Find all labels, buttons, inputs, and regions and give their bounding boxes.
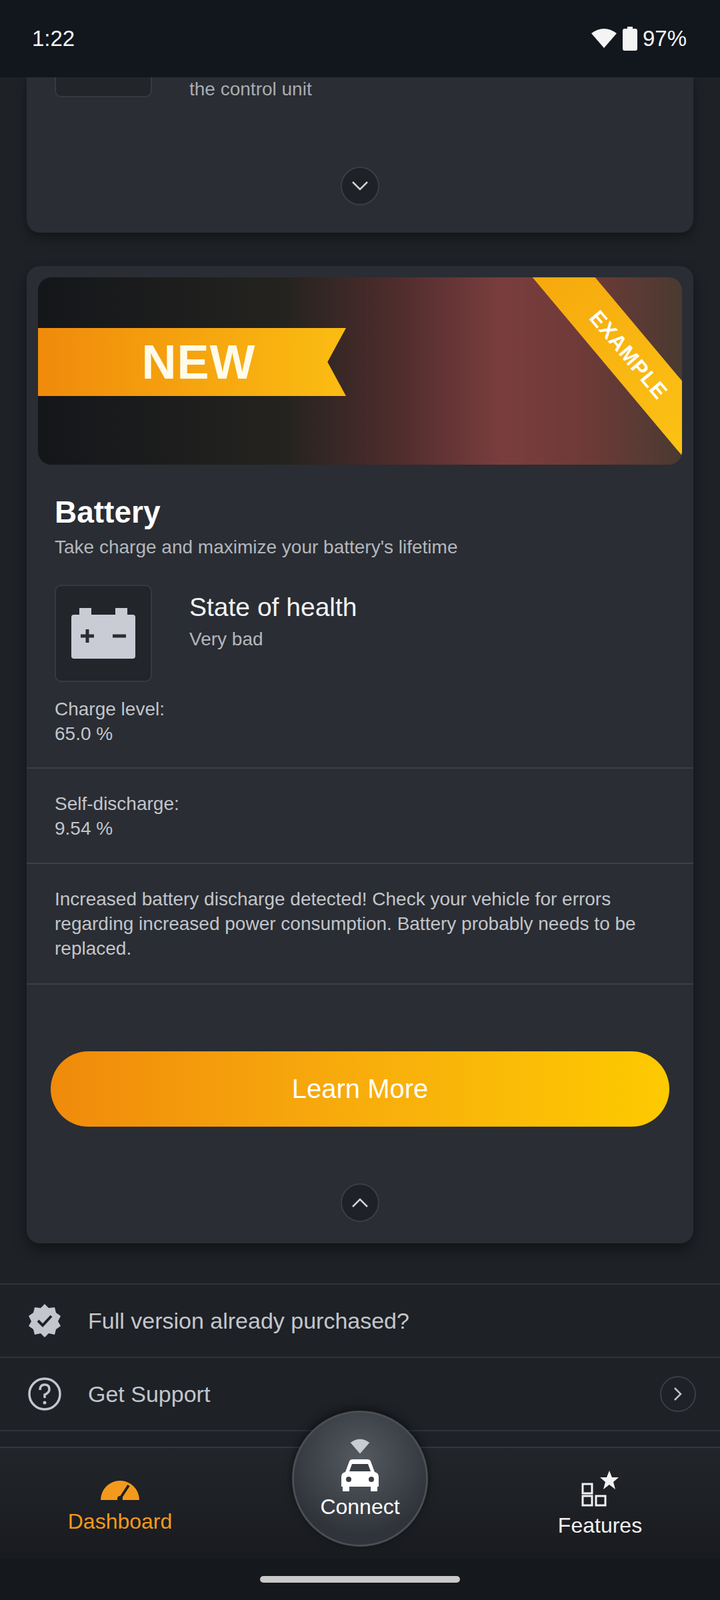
dashboard-scroll[interactable]: the control unit NEW EXAMPLE Battery Take ch… [0, 77, 720, 1447]
status-time: 1:22 [32, 26, 75, 52]
nav-label: Connect [320, 1494, 400, 1520]
charge-level-value: 65.0 % [54, 721, 666, 746]
warning-text: Increased battery discharge detected! Ch… [26, 864, 694, 985]
previous-icon-box [54, 77, 152, 98]
arrow-right-icon [673, 1386, 683, 1402]
link-label: Get Support [88, 1381, 635, 1408]
battery-icon [622, 26, 638, 51]
example-corner: EXAMPLE [515, 277, 682, 458]
app-screen: 1:2297%the control unitNEWEXAMPLEBattery… [0, 0, 720, 1600]
battery-icon-box [54, 584, 152, 682]
nav-item[interactable]: Features [480, 1448, 720, 1559]
self-discharge-label: Self-discharge: [54, 791, 666, 816]
chevron-up-icon [351, 1197, 369, 1208]
bottom-nav: Dashboard Connect Features [0, 1446, 720, 1559]
health-text: State of health Very bad [189, 584, 358, 682]
status-icons: 97% [590, 26, 687, 52]
features-grid-star-icon [580, 1469, 620, 1507]
collapse-button[interactable] [340, 1183, 380, 1222]
nav-label: Dashboard [68, 1509, 173, 1534]
connect-button[interactable]: Connect [292, 1410, 428, 1547]
link-row[interactable]: Full version already purchased? [0, 1284, 720, 1358]
example-ribbon: EXAMPLE [528, 277, 682, 458]
link-label: Full version already purchased? [88, 1308, 696, 1334]
battery-percent: 97% [642, 26, 687, 52]
expand-button[interactable] [340, 166, 380, 206]
card-subtitle: Take charge and maximize your battery's … [54, 536, 666, 558]
button-area: Learn More [26, 984, 694, 1127]
link-arrow [660, 1376, 696, 1412]
dashboard-gauge-icon [99, 1473, 141, 1503]
car-battery-icon [70, 606, 137, 660]
connect-wifi-icon [350, 1438, 370, 1455]
self-discharge: Self-discharge:9.54 % [26, 768, 694, 864]
charge-level: Charge level:65.0 % [26, 682, 694, 769]
nav-label: Features [558, 1513, 642, 1538]
gesture-handle[interactable] [260, 1576, 460, 1583]
new-ribbon: NEW [38, 328, 346, 396]
wifi-icon [590, 28, 618, 50]
gesture-bar [0, 1558, 720, 1600]
chevron-down-icon [351, 180, 369, 192]
card-header: Battery Take charge and maximize your bat… [26, 464, 694, 558]
status-bar: 1:22 97% [0, 0, 720, 78]
learn-more-button[interactable]: Learn More [50, 1051, 670, 1127]
help-icon [26, 1376, 63, 1412]
self-discharge-value: 9.54 % [54, 816, 666, 841]
health-value: Very bad [189, 628, 358, 650]
health-label: State of health [189, 592, 358, 622]
health-row: State of health Very bad [26, 558, 694, 682]
charge-level-label: Charge level: [54, 696, 666, 722]
previous-expand [54, 166, 666, 206]
card-collapse [26, 1183, 694, 1244]
card-title: Battery [54, 494, 666, 530]
previous-card-row: the control unit [54, 77, 666, 100]
car-icon [338, 1457, 382, 1492]
verified-badge-icon [26, 1302, 63, 1339]
previous-card-text: the control unit [189, 77, 312, 100]
battery-card: NEW EXAMPLE Battery Take charge and maximiz… [26, 266, 694, 1244]
nav-item[interactable]: Dashboard [0, 1448, 240, 1559]
previous-card: the control unit [26, 77, 694, 233]
banner-photo: NEW EXAMPLE [38, 277, 682, 465]
link-list: Full version already purchased? Get Suppo… [0, 1283, 720, 1432]
